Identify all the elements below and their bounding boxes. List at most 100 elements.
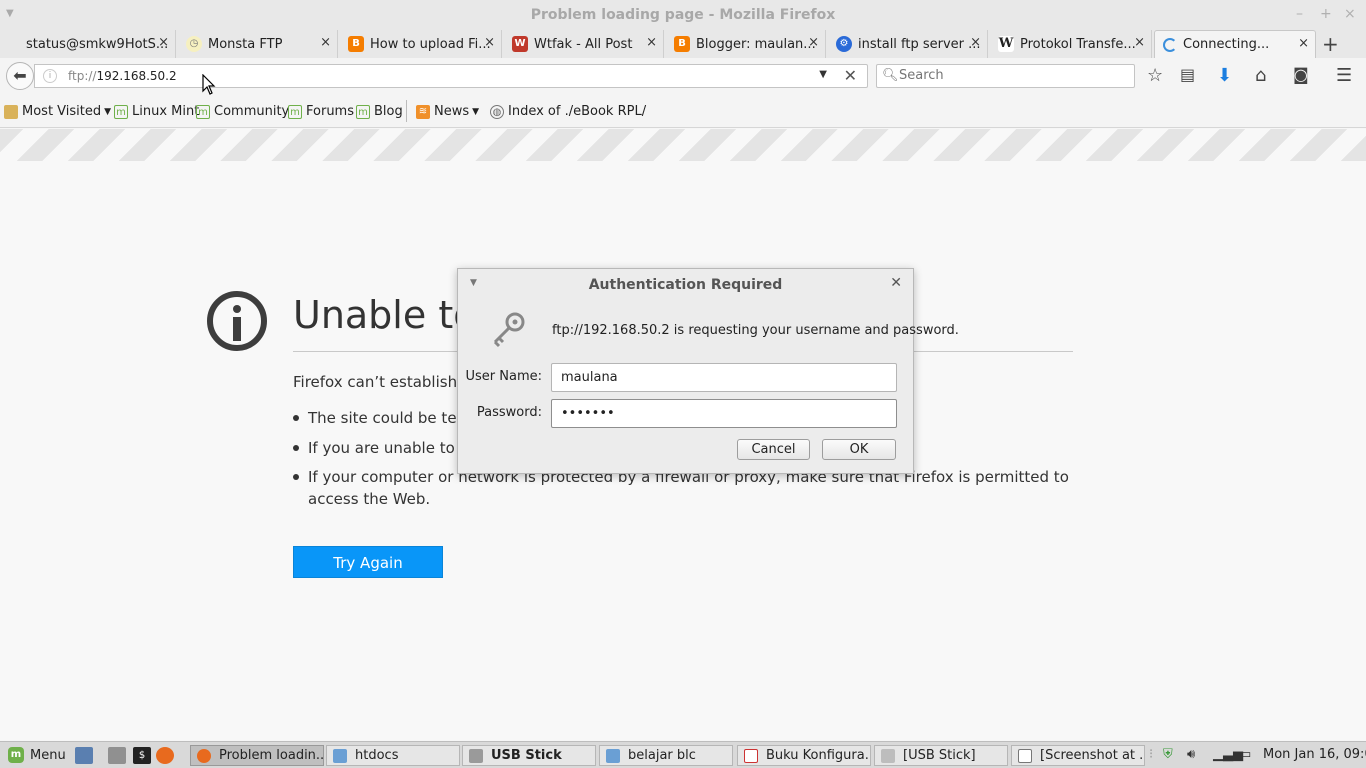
- wikipedia-icon: W: [998, 36, 1014, 52]
- ok-button[interactable]: OK: [822, 439, 896, 460]
- dialog-message: ftp://192.168.50.2 is requesting your us…: [552, 323, 959, 338]
- taskbar-item[interactable]: Buku Konfigura...: [737, 745, 871, 766]
- site-info-icon[interactable]: i: [43, 69, 57, 83]
- search-bar[interactable]: 🔍︎: [876, 64, 1135, 88]
- maximize-button[interactable]: +: [1320, 6, 1332, 22]
- taskbar-item[interactable]: Problem loadin...: [190, 745, 324, 766]
- bookmark-forums[interactable]: m Forums: [288, 104, 354, 119]
- hamburger-menu-icon[interactable]: ☰: [1336, 65, 1352, 86]
- monsta-icon: ◷: [186, 36, 202, 52]
- back-button[interactable]: ⬅: [6, 62, 34, 90]
- firefox-icon[interactable]: [156, 747, 174, 764]
- password-field[interactable]: •••••••: [551, 399, 897, 428]
- rss-icon: ≋: [416, 104, 430, 119]
- bookmark-most-visited[interactable]: Most Visited ▼: [4, 104, 111, 119]
- window-title: Problem loading page - Mozilla Firefox: [530, 7, 836, 23]
- tab[interactable]: ⚙ install ftp server ... ×: [828, 30, 988, 58]
- file-manager-icon[interactable]: [108, 747, 126, 764]
- terminal-icon[interactable]: $: [133, 747, 151, 764]
- taskbar-item-label: Problem loadin...: [219, 748, 324, 763]
- tab-label: Blogger: maulan...: [696, 36, 816, 52]
- tab-close-icon[interactable]: ×: [1298, 36, 1309, 51]
- minimize-button[interactable]: –: [1296, 6, 1303, 22]
- start-menu-label: Menu: [30, 747, 66, 763]
- blogger-icon: B: [674, 36, 690, 52]
- url-bar[interactable]: i ftp://192.168.50.2 ▼ ✕: [34, 64, 868, 88]
- bookmark-blog[interactable]: m Blog: [356, 104, 403, 119]
- taskbar-item[interactable]: [Screenshot at ...: [1011, 745, 1145, 766]
- tab-bar: status@smkw9HotS... × ◷ Monsta FTP × B H…: [0, 30, 1366, 58]
- taskbar-item[interactable]: belajar blc: [599, 745, 733, 766]
- home-icon[interactable]: ⌂: [1255, 65, 1266, 86]
- folder-icon: [4, 104, 18, 119]
- ftp-icon: ⚙: [836, 36, 852, 52]
- tab-close-icon[interactable]: ×: [484, 35, 495, 50]
- taskbar-item-label: htdocs: [355, 748, 399, 763]
- tab[interactable]: W Protokol Transfe... ×: [990, 30, 1152, 58]
- folder-icon: [606, 748, 620, 763]
- bookmarks-separator: [406, 100, 407, 122]
- tab[interactable]: status@smkw9HotS... ×: [4, 30, 176, 58]
- taskbar-item-label: Buku Konfigura...: [766, 748, 871, 763]
- wtfak-icon: W: [512, 36, 528, 52]
- tab-active[interactable]: Connecting... ×: [1154, 30, 1316, 58]
- tab-close-icon[interactable]: ×: [646, 35, 657, 50]
- tab[interactable]: B How to upload Fi... ×: [340, 30, 502, 58]
- bookmark-news[interactable]: ≋ News ▼: [416, 104, 479, 119]
- clock[interactable]: Mon Jan 16, 09:00: [1263, 747, 1366, 762]
- bookmarks-toolbar: Most Visited ▼ m Linux Mint m Community …: [0, 94, 1366, 128]
- tab-close-icon[interactable]: ×: [808, 35, 819, 50]
- bookmark-linux-mint[interactable]: m Linux Mint: [114, 104, 199, 119]
- bookmark-ebook-index[interactable]: ◍ Index of ./eBook RPL/: [490, 104, 646, 119]
- tab-close-icon[interactable]: ×: [1134, 35, 1145, 50]
- error-description: Firefox can’t establish a: [293, 373, 472, 391]
- tab-close-icon[interactable]: ×: [158, 35, 169, 50]
- try-again-button[interactable]: Try Again: [293, 546, 443, 578]
- firefox-icon: [197, 748, 211, 763]
- loading-stripes: [0, 129, 1366, 161]
- start-menu-button[interactable]: m Menu: [8, 747, 66, 763]
- bookmarks-list-icon[interactable]: ▤: [1180, 65, 1195, 84]
- dialog-title: Authentication Required: [588, 277, 783, 293]
- taskbar-item[interactable]: [USB Stick]: [874, 745, 1008, 766]
- url-host: 192.168.50.2: [96, 69, 177, 83]
- window-titlebar: ▼ Problem loading page - Mozilla Firefox…: [0, 0, 1366, 30]
- tab-close-icon[interactable]: ×: [320, 35, 331, 50]
- pocket-icon[interactable]: ◙: [1293, 65, 1309, 84]
- bookmark-community[interactable]: m Community: [196, 104, 289, 119]
- tab-label: Wtfak - All Post: [534, 36, 633, 52]
- shield-icon[interactable]: ⛨: [1163, 747, 1173, 762]
- taskbar-item[interactable]: USB Stick: [462, 745, 596, 766]
- bookmark-label: Index of ./eBook RPL/: [508, 104, 647, 119]
- chevron-down-icon: ▼: [472, 106, 480, 117]
- search-input[interactable]: [899, 68, 1119, 83]
- folder-icon: [333, 748, 347, 763]
- tab[interactable]: B Blogger: maulan... ×: [666, 30, 826, 58]
- tab[interactable]: ◷ Monsta FTP ×: [178, 30, 338, 58]
- mint-logo-icon: m: [8, 747, 24, 763]
- downloads-icon[interactable]: ⬇: [1217, 65, 1232, 86]
- tab[interactable]: W Wtfak - All Post ×: [504, 30, 664, 58]
- globe-icon: ◍: [490, 104, 504, 119]
- new-tab-button[interactable]: +: [1322, 32, 1339, 56]
- tab-label: Monsta FTP: [208, 36, 283, 52]
- username-field[interactable]: maulana: [551, 363, 897, 392]
- close-window-button[interactable]: ×: [1344, 6, 1356, 22]
- battery-icon[interactable]: ▭: [1239, 747, 1251, 762]
- bookmark-star-icon[interactable]: ☆: [1147, 65, 1163, 86]
- tab-close-icon[interactable]: ×: [970, 35, 981, 50]
- volume-icon[interactable]: 🔊︎: [1187, 747, 1195, 762]
- taskbar-item[interactable]: htdocs: [326, 745, 460, 766]
- screenshot-icon: [1018, 748, 1032, 763]
- taskbar: m Menu $ Problem loadin... htdocs USB St…: [0, 741, 1366, 768]
- tab-label: status@smkw9HotS...: [26, 36, 169, 52]
- cancel-button[interactable]: Cancel: [737, 439, 810, 460]
- username-label: User Name:: [465, 369, 543, 384]
- dialog-close-icon[interactable]: ✕: [890, 275, 902, 291]
- taskbar-item-label: USB Stick: [491, 748, 562, 763]
- url-dropdown-icon[interactable]: ▼: [819, 69, 827, 80]
- stop-loading-icon[interactable]: ✕: [844, 66, 857, 85]
- url-text[interactable]: ftp://192.168.50.2: [68, 69, 177, 83]
- loading-icon: [1163, 37, 1177, 52]
- show-desktop-icon[interactable]: [75, 747, 93, 764]
